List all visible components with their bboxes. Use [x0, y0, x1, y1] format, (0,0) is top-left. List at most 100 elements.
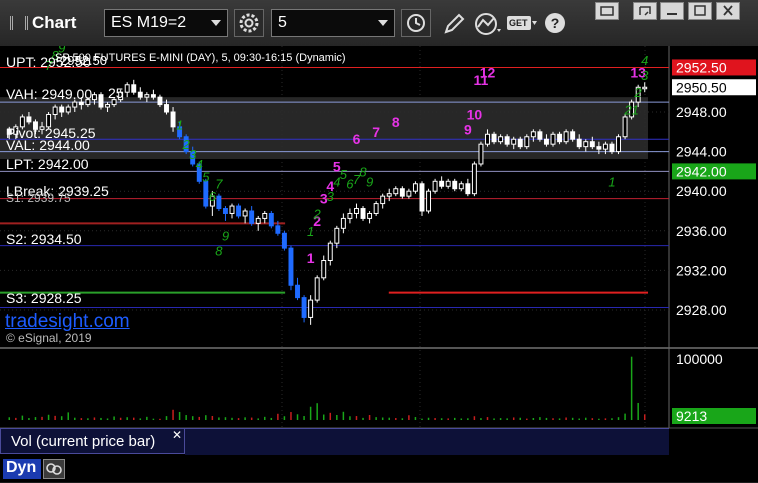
chart-title-text: Chart [32, 13, 77, 32]
watermark-brand: tradesight.com [5, 311, 130, 332]
setup-count-label: 7 [372, 124, 380, 140]
setup-count-label: 12 [480, 64, 496, 80]
link-icon [639, 6, 651, 16]
candle-body [268, 212, 274, 227]
candle-body [242, 210, 248, 217]
price-tag-label: 2950.50 [676, 79, 727, 95]
candle-body [262, 212, 268, 219]
candle-body [327, 242, 333, 262]
candle-body [144, 94, 150, 98]
setup-count-label: 3 [641, 68, 649, 83]
level-label-overlap: 25 [108, 85, 124, 101]
price-tag-label: 2942.00 [676, 163, 727, 179]
volume-tick-label: 100000 [676, 351, 723, 367]
time-template-button[interactable] [401, 9, 431, 37]
draw-tool-button[interactable] [440, 11, 468, 37]
maximize-icon [694, 5, 706, 16]
candle-body [511, 138, 517, 145]
gear-icon [239, 13, 259, 33]
status-bar [0, 456, 758, 482]
setup-count-label: 9 [366, 174, 373, 189]
pin-icon [600, 6, 614, 16]
candle-body [393, 188, 399, 195]
candle-body [59, 106, 65, 113]
studies-button[interactable] [472, 11, 502, 37]
candle-body [288, 247, 294, 286]
chart-settings-button[interactable] [234, 9, 264, 37]
dynamic-mode-button[interactable]: Dyn [3, 459, 41, 479]
symbol-select[interactable]: ES M19=2 [104, 9, 228, 37]
minimize-button[interactable] [660, 2, 684, 20]
volume-study-close-icon[interactable]: ✕ [170, 428, 184, 442]
candle-body [236, 205, 242, 217]
candle-body [543, 138, 549, 145]
chain-icon [46, 463, 62, 475]
close-button[interactable] [716, 2, 740, 20]
candle-body [170, 111, 176, 128]
candle-body [308, 299, 314, 318]
candle-body [498, 136, 504, 143]
setup-count-label: 6 [353, 131, 361, 147]
candle-body [458, 183, 464, 190]
chart-area: 1234567891011121312345678912345678954322… [0, 46, 758, 482]
candle-body [295, 284, 300, 299]
volume-panel [0, 350, 669, 428]
candle-body [222, 208, 228, 214]
level-label-overlap: S1: 2939.75 [6, 191, 71, 205]
level-label: LPT: 2942.00 [6, 156, 89, 172]
candle-body [399, 188, 405, 197]
get-data-button[interactable]: GET [506, 13, 538, 33]
candle-body [609, 143, 615, 153]
session-box-layer [0, 97, 648, 160]
candle-body [537, 131, 543, 140]
candle-body [616, 136, 621, 153]
candle-body [622, 116, 628, 138]
help-button[interactable]: ? [543, 11, 567, 35]
link-chain-button[interactable] [43, 459, 65, 479]
candle-body [72, 101, 78, 108]
volume-study-legend[interactable]: Vol (current price bar) [0, 428, 185, 454]
setup-count-label: 2 [634, 85, 643, 100]
candle-body [150, 94, 156, 98]
candle-body [164, 104, 169, 113]
chart-grip-icon[interactable] [10, 16, 28, 30]
symbol-dropdown-icon [211, 20, 221, 26]
interval-select[interactable]: 5 [271, 9, 395, 37]
candle-body [386, 193, 392, 197]
candle-body [340, 217, 346, 229]
candle-body [26, 116, 32, 123]
candle-body [465, 183, 471, 195]
setup-count-label: 2 [313, 206, 322, 221]
candle-body [229, 205, 235, 214]
candle-body [360, 208, 366, 219]
setup-count-label: 7 [215, 177, 223, 192]
value-area-box [0, 97, 648, 160]
candle-body [105, 104, 111, 108]
level-label: VAH: 2949.00 [6, 86, 92, 102]
get-label: GET [509, 18, 528, 28]
setup-count-label: 1 [176, 117, 183, 132]
candle-body [249, 210, 255, 224]
link-window-button[interactable] [633, 2, 657, 20]
setup-count-label: 8 [392, 114, 400, 130]
candle-body [367, 212, 373, 219]
price-chart[interactable]: 1234567891011121312345678912345678954322… [0, 46, 758, 482]
candle-body [452, 180, 458, 190]
setup-count-label: 4 [641, 53, 648, 68]
chart-toolbar: Chart ES M19=2 5 GET ? [0, 0, 758, 46]
candle-body [98, 94, 104, 108]
candle-body [281, 232, 287, 249]
candle-body [478, 143, 484, 165]
volume-legend-band [185, 428, 669, 455]
setup-count-label: 10 [467, 106, 483, 122]
candle-body [52, 106, 58, 115]
candle-body [563, 131, 569, 143]
candle-body [589, 141, 595, 148]
minimize-icon [667, 13, 677, 15]
candle-body [354, 208, 359, 214]
candle-body [583, 141, 589, 148]
maximize-button[interactable] [688, 2, 712, 20]
chart-title: Chart [10, 13, 76, 33]
level-label: S3: 2928.25 [6, 290, 82, 306]
pin-window-button[interactable] [595, 2, 619, 20]
